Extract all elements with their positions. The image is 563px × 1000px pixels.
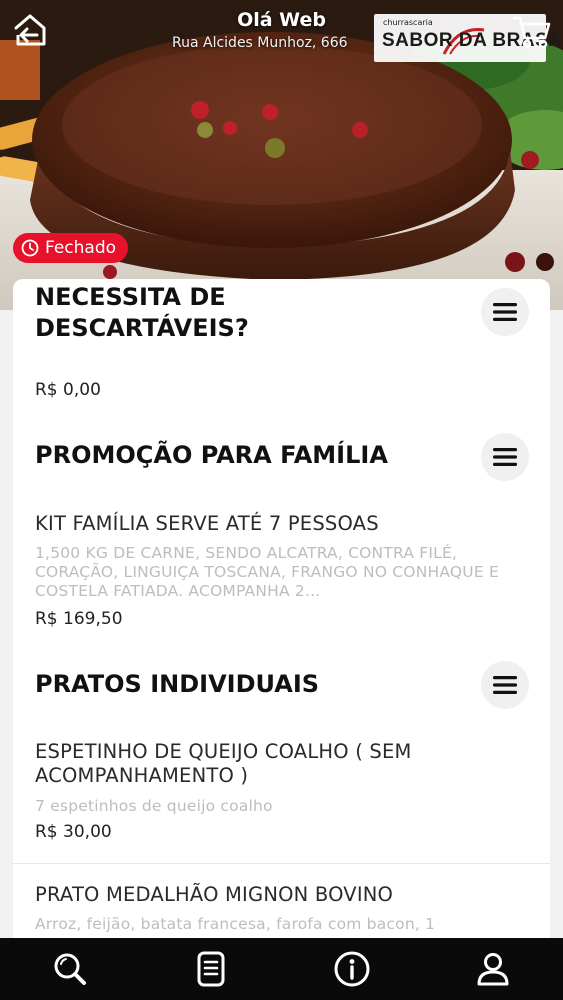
top-bar: Olá Web Rua Alcides Munhoz, 666 churrasc… bbox=[0, 0, 563, 62]
cart-button[interactable] bbox=[509, 10, 555, 54]
store-status-badge: Fechado bbox=[13, 233, 129, 263]
clock-icon bbox=[21, 239, 39, 257]
nav-menu-button[interactable] bbox=[181, 939, 241, 999]
item-price[interactable]: R$ 0,00 bbox=[35, 380, 101, 400]
nav-search-button[interactable] bbox=[40, 939, 100, 999]
hamburger-icon bbox=[493, 676, 517, 694]
section-menu-button[interactable] bbox=[481, 288, 529, 336]
hamburger-icon bbox=[493, 303, 517, 321]
menu-icon bbox=[197, 951, 225, 987]
section-title-line2: DESCARTÁVEIS? bbox=[35, 314, 249, 342]
item-name[interactable]: ESPETINHO DE QUEIJO COALHO ( SEM ACOMPAN… bbox=[35, 740, 505, 788]
info-icon bbox=[334, 951, 370, 987]
user-icon bbox=[477, 953, 509, 986]
section-title-descartaveis: NECESSITA DE DESCARTÁVEIS? bbox=[35, 282, 249, 344]
section-menu-button[interactable] bbox=[481, 433, 529, 481]
hero-banner: Olá Web Rua Alcides Munhoz, 666 churrasc… bbox=[0, 0, 563, 310]
store-status-text: Fechado bbox=[45, 238, 117, 258]
item-name[interactable]: KIT FAMÍLIA SERVE ATÉ 7 PESSOAS bbox=[35, 512, 505, 536]
logo-small-text: churrascaria bbox=[383, 18, 433, 27]
menu-list: NECESSITA DE DESCARTÁVEIS? R$ 0,00 PROMO… bbox=[13, 279, 550, 999]
item-name[interactable]: PRATO MEDALHÃO MIGNON BOVINO bbox=[35, 883, 505, 907]
item-price: R$ 169,50 bbox=[35, 609, 123, 629]
item-divider bbox=[13, 863, 550, 864]
item-description: 1,500 KG DE CARNE, SENDO ALCATRA, CONTRA… bbox=[35, 544, 499, 600]
item-description: Arroz, feijão, batata francesa, farofa c… bbox=[35, 915, 436, 933]
section-title-pratos: PRATOS INDIVIDUAIS bbox=[35, 670, 320, 698]
hamburger-icon bbox=[493, 448, 517, 466]
item-description: 7 espetinhos de queijo coalho bbox=[35, 797, 273, 815]
section-title-line1: NECESSITA DE bbox=[35, 283, 226, 311]
item-price: R$ 30,00 bbox=[35, 822, 112, 842]
address-text[interactable]: Rua Alcides Munhoz, 666 bbox=[172, 35, 378, 51]
bottom-navigation bbox=[0, 938, 563, 1000]
nav-info-button[interactable] bbox=[322, 939, 382, 999]
section-menu-button[interactable] bbox=[481, 661, 529, 709]
cart-icon bbox=[512, 16, 551, 49]
search-icon bbox=[54, 953, 87, 985]
section-title-promocao: PROMOÇÃO PARA FAMÍLIA bbox=[35, 441, 388, 469]
nav-profile-button[interactable] bbox=[463, 939, 523, 999]
